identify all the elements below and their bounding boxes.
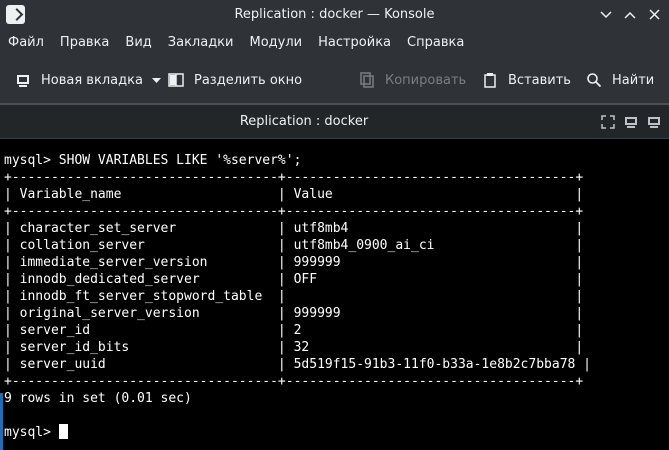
menu-view[interactable]: Вид bbox=[117, 29, 159, 56]
table-row: | collation_server | utf8mb4_0900_ai_ci … bbox=[4, 238, 584, 253]
table-row: | innodb_ft_server_stopword_table | | bbox=[4, 289, 584, 304]
menu-plugins[interactable]: Модули bbox=[241, 29, 310, 56]
paste-button[interactable]: Вставить bbox=[482, 64, 571, 96]
menu-bar: Файл Правка Вид Закладки Модули Настройк… bbox=[0, 29, 669, 56]
new-tab-button[interactable]: Новая вкладка bbox=[15, 64, 161, 96]
table-row: | server_id | 2 | bbox=[4, 323, 584, 338]
table-border: +----------------------------------+----… bbox=[4, 170, 584, 185]
split-view-button[interactable]: Разделить окно bbox=[168, 64, 302, 96]
toolbar: Новая вкладка Разделить окно Копировать … bbox=[0, 56, 669, 103]
paste-label: Вставить bbox=[508, 72, 571, 88]
new-tab-label: Новая вкладка bbox=[41, 72, 143, 88]
find-label: Найти bbox=[612, 72, 655, 88]
tab-bar: Replication : docker bbox=[0, 105, 669, 139]
menu-edit[interactable]: Правка bbox=[52, 29, 117, 56]
title-bar[interactable]: Replication : docker — Konsole bbox=[0, 0, 669, 29]
paste-icon bbox=[482, 72, 498, 88]
konsole-app-icon[interactable] bbox=[6, 5, 25, 24]
minimize-button[interactable] bbox=[597, 6, 615, 24]
window-title: Replication : docker — Konsole bbox=[234, 7, 435, 22]
split-view-label: Разделить окно bbox=[194, 72, 303, 88]
table-border: +----------------------------------+----… bbox=[4, 204, 584, 219]
table-row: | original_server_version | 999999 | bbox=[4, 306, 584, 321]
find-button[interactable]: Найти bbox=[586, 64, 654, 96]
close-button[interactable] bbox=[645, 6, 663, 24]
menu-settings[interactable]: Настройка bbox=[310, 29, 399, 56]
expand-icon[interactable] bbox=[601, 114, 615, 129]
command-line: mysql> SHOW VARIABLES LIKE '%server%'; bbox=[4, 153, 302, 168]
menu-file[interactable]: Файл bbox=[0, 29, 52, 56]
split-view-icon bbox=[168, 72, 184, 88]
copy-label: Копировать bbox=[385, 72, 467, 88]
table-row: | server_id_bits | 32 | bbox=[4, 340, 584, 355]
text-cursor bbox=[58, 424, 68, 439]
monitor-activity-icon[interactable] bbox=[624, 114, 638, 128]
table-row: | character_set_server | utf8mb4 | bbox=[4, 221, 584, 236]
menu-bookmarks[interactable]: Закладки bbox=[160, 29, 242, 56]
chevron-down-icon[interactable] bbox=[151, 73, 161, 88]
table-row: | immediate_server_version | 999999 | bbox=[4, 255, 584, 270]
terminal-view[interactable]: mysql> SHOW VARIABLES LIKE '%server%'; +… bbox=[0, 140, 669, 450]
maximize-button[interactable] bbox=[621, 6, 639, 24]
table-header: | Variable_name | Value | bbox=[4, 187, 584, 202]
result-summary: 9 rows in set (0.01 sec) bbox=[4, 391, 192, 406]
monitor-silence-icon[interactable] bbox=[647, 114, 661, 128]
new-tab-icon bbox=[15, 72, 31, 88]
table-border: +----------------------------------+----… bbox=[4, 374, 584, 389]
scroll-indicator bbox=[0, 393, 3, 450]
table-row: | innodb_dedicated_server | OFF | bbox=[4, 272, 584, 287]
menu-help[interactable]: Справка bbox=[399, 29, 472, 56]
prompt-text: mysql> bbox=[4, 425, 59, 440]
search-icon bbox=[586, 72, 602, 88]
prompt-line[interactable]: mysql> bbox=[4, 424, 68, 441]
copy-icon bbox=[359, 72, 375, 88]
copy-button[interactable]: Копировать bbox=[359, 64, 466, 96]
table-row: | server_uuid | 5d519f15-91b3-11f0-b33a-… bbox=[4, 357, 591, 372]
tab-title[interactable]: Replication : docker bbox=[0, 114, 608, 129]
